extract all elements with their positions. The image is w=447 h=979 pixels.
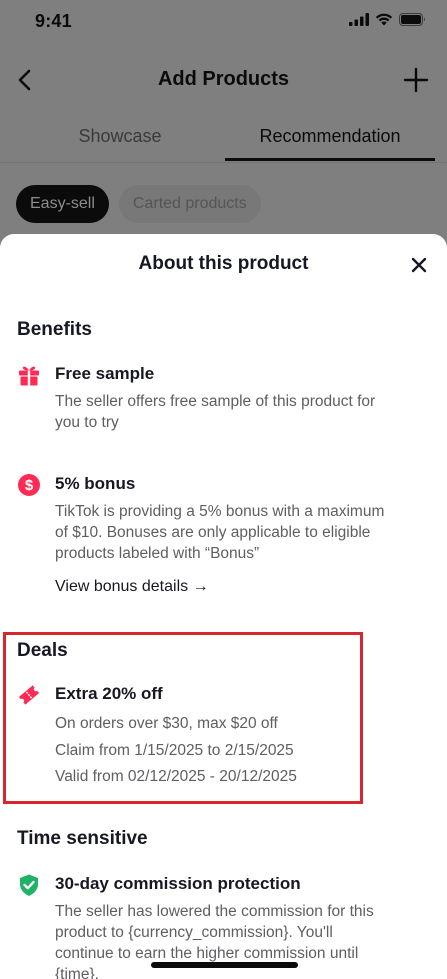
signal-icon	[349, 13, 369, 26]
tab-active-indicator	[225, 158, 435, 161]
benefit-title: 5% bonus	[55, 474, 136, 493]
ticket-icon	[18, 685, 40, 705]
chip-easy-sell[interactable]: Easy-sell	[16, 185, 109, 223]
close-icon[interactable]	[411, 257, 427, 273]
gift-icon	[19, 366, 39, 386]
svg-text:$: $	[25, 477, 34, 494]
status-bar: 9:41	[0, 0, 447, 44]
battery-icon	[399, 13, 425, 26]
tab-recommendation[interactable]: Recommendation	[225, 126, 435, 147]
wifi-icon	[375, 13, 393, 26]
page-title: Add Products	[157, 68, 290, 90]
filter-chips: Easy-sell Carted products	[16, 185, 261, 223]
about-product-sheet: About this product Benefits Free sample …	[0, 234, 447, 979]
deal-extra-off: Extra 20% off On orders over $30, max $2…	[17, 683, 437, 793]
deal-description: On orders over $30, max $20 off Claim fr…	[55, 715, 297, 785]
benefit-description: TikTok is providing a 5% bonus with a ma…	[55, 503, 385, 562]
sheet-title: About this product	[138, 253, 309, 274]
benefit-description: The seller offers free sample of this pr…	[55, 393, 376, 431]
status-time: 9:41	[35, 11, 72, 31]
benefits-heading: Benefits	[17, 319, 92, 340]
dollar-coin-icon: $	[18, 474, 40, 496]
deals-heading: Deals	[17, 640, 68, 661]
benefit-title: Free sample	[55, 364, 155, 383]
plus-icon[interactable]	[403, 67, 429, 93]
time-sensitive-title: 30-day commission protection	[55, 874, 301, 893]
view-bonus-details-link[interactable]: View bonus details →	[55, 578, 209, 596]
tab-bar: Showcase Recommendation	[0, 112, 447, 163]
nav-bar: Add Products	[0, 56, 447, 104]
benefit-free-sample: Free sample The seller offers free sampl…	[17, 363, 437, 443]
status-icons	[349, 13, 427, 26]
chip-carted-products[interactable]: Carted products	[118, 185, 261, 223]
time-sensitive-heading: Time sensitive	[17, 828, 148, 849]
home-indicator	[151, 962, 298, 968]
deal-title: Extra 20% off	[55, 684, 163, 703]
tab-showcase[interactable]: Showcase	[0, 126, 240, 147]
benefit-bonus: $ 5% bonus TikTok is providing a 5% bonu…	[17, 473, 437, 573]
shield-check-icon	[20, 874, 38, 896]
